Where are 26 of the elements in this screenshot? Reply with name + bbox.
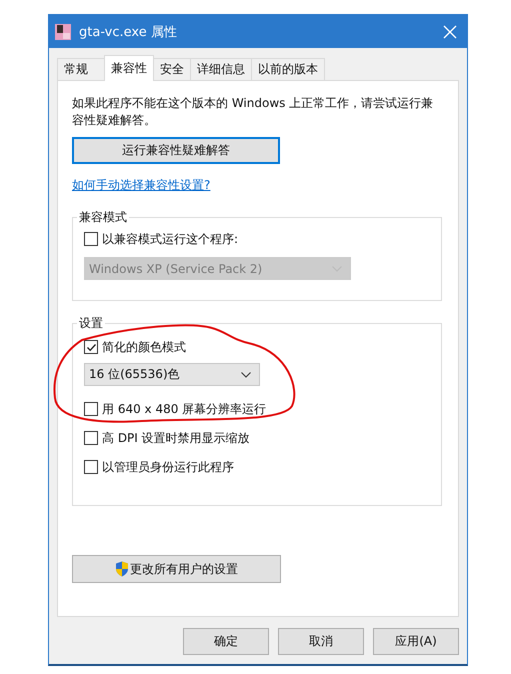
shield-icon [115,561,129,577]
tab[interactable]: 以前的版本 [251,58,325,80]
close-icon[interactable] [443,24,457,38]
window-title: gta-vc.exe 属性 [79,24,178,40]
checkbox-label: 以兼容模式运行这个程序: [102,230,238,248]
checkbox[interactable] [84,402,98,416]
dropdown[interactable]: 16 位(65536)色 [84,363,260,386]
checkbox-label: 高 DPI 设置时禁用显示缩放 [102,430,250,446]
checkbox-label: 用 640 x 480 屏幕分辨率运行 [102,400,266,418]
tab[interactable]: 兼容性 [104,55,154,81]
checkbox[interactable] [84,232,98,246]
description-text: 如果此程序不能在这个版本的 Windows 上正常工作，请尝试运行兼容性疑难解答。 [72,95,434,129]
troubleshoot-button[interactable]: 运行兼容性疑难解答 [72,137,280,164]
dialog-button[interactable]: 应用(A) [373,628,459,655]
chevron-icon [241,372,251,378]
checkbox[interactable] [84,340,98,354]
checkbox[interactable] [84,460,98,474]
checkbox[interactable] [84,431,98,445]
tab[interactable]: 常规 [57,58,105,80]
dialog-button[interactable]: 取消 [278,628,364,655]
checkbox-label: 简化的颜色模式 [102,338,186,356]
app-icon [55,24,71,40]
help-link[interactable]: 如何手动选择兼容性设置? [72,177,210,194]
checkbox-label: 以管理员身份运行此程序 [102,458,234,476]
change-all-users-button[interactable]: 更改所有用户的设置 [72,555,281,583]
dialog-button[interactable]: 确定 [183,628,269,655]
